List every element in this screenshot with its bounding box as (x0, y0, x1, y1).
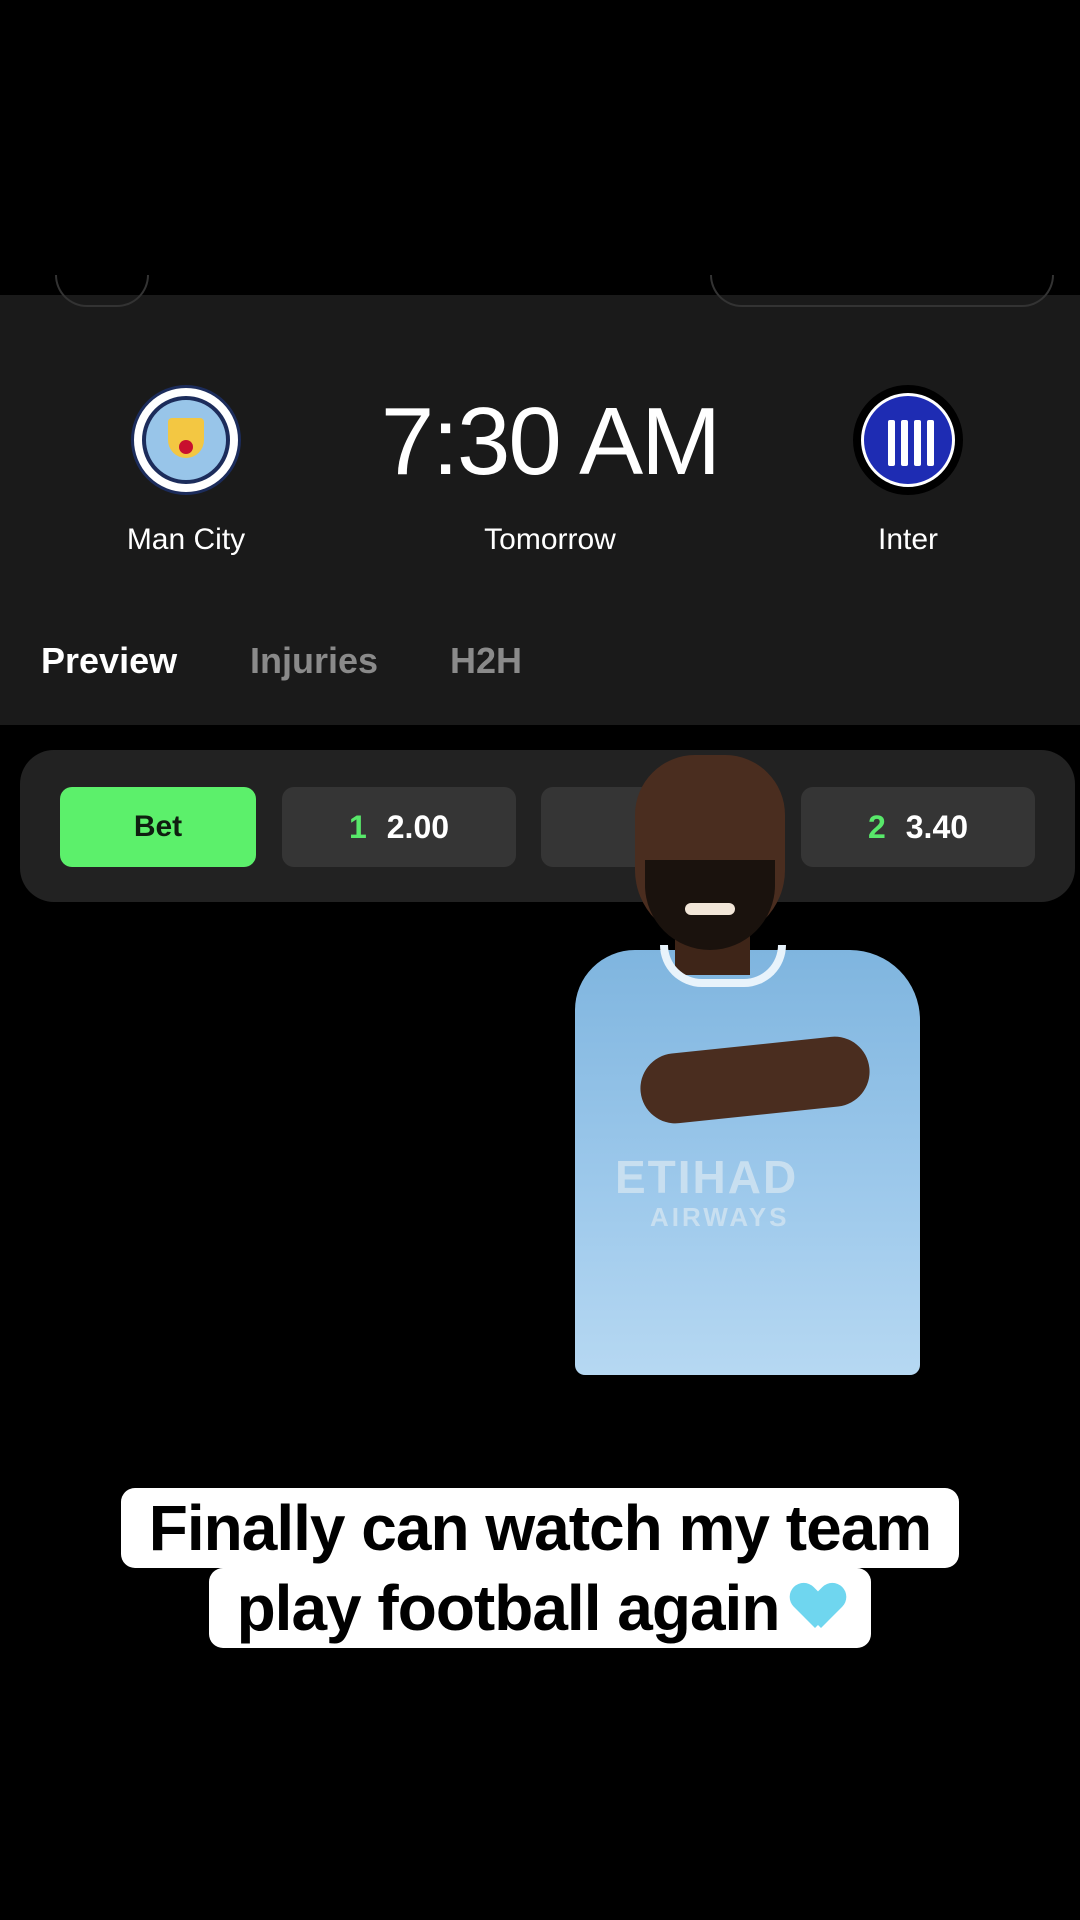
inter-crest-icon[interactable] (853, 385, 963, 495)
man-city-crest-icon[interactable] (131, 385, 241, 495)
tab-h2h[interactable]: H2H (450, 640, 522, 682)
odd-home-value: 2.00 (386, 808, 450, 845)
odd-home-key: 1 (348, 808, 367, 845)
caption-line-2-text: play football again (236, 1572, 781, 1644)
tab-preview[interactable]: Preview (41, 640, 177, 682)
kickoff-day: Tomorrow (484, 523, 616, 556)
kickoff-time: 7:30 AM (380, 388, 721, 495)
shirt-sponsor-sub: AIRWAYS (650, 1202, 790, 1232)
odd-home-button[interactable]: 1 2.00 (282, 787, 516, 867)
video-caption: Finally can watch my team play football … (0, 1488, 1080, 1648)
caption-line-2: play football again (208, 1568, 872, 1648)
bet-button[interactable]: Bet (60, 787, 256, 867)
light-blue-heart-icon (793, 1584, 843, 1634)
match-header-panel: Man City 7:30 AM Tomorrow Inter Preview … (0, 275, 1080, 725)
person-overlay: ETIHAD AIRWAYS (520, 755, 940, 1375)
back-button-outline[interactable] (55, 275, 149, 307)
tab-injuries[interactable]: Injuries (250, 640, 378, 682)
home-team-name[interactable]: Man City (36, 523, 336, 557)
away-team-name[interactable]: Inter (758, 523, 1058, 557)
top-action-outline[interactable] (710, 275, 1054, 307)
shirt-sponsor: ETIHAD (615, 1151, 799, 1203)
caption-line-1: Finally can watch my team (120, 1488, 960, 1568)
